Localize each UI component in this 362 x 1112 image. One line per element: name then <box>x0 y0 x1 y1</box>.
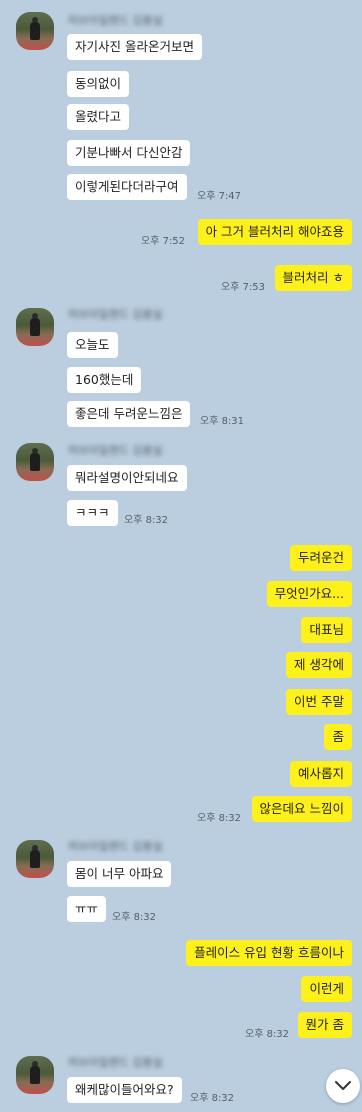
outgoing-message[interactable]: 아 그거 블러처리 해야죠용 <box>197 219 352 245</box>
avatar-figure-body <box>30 1066 40 1084</box>
avatar-figure-body <box>30 850 40 868</box>
message-timestamp: 오후 7:47 <box>197 191 242 202</box>
message-timestamp: 오후 8:32 <box>190 1093 235 1104</box>
sender-avatar[interactable] <box>16 1056 54 1094</box>
incoming-message[interactable]: ㅋㅋㅋ <box>67 500 118 526</box>
incoming-message[interactable]: 이렇게된다더라구여 <box>67 174 187 200</box>
incoming-message[interactable]: 몸이 너무 아파요 <box>67 861 172 887</box>
outgoing-message[interactable]: 두려운건 <box>289 545 352 571</box>
outgoing-message[interactable]: 대표님 <box>301 617 352 643</box>
message-timestamp: 오후 8:31 <box>200 416 245 427</box>
scroll-to-bottom-button[interactable] <box>326 1069 360 1103</box>
outgoing-message[interactable]: 예사롭지 <box>289 761 352 787</box>
sender-name: 허브아일랜드 김봉실 <box>68 840 163 853</box>
message-timestamp: 오후 8:32 <box>245 1029 290 1040</box>
message-timestamp: 오후 8:32 <box>124 515 169 526</box>
incoming-message[interactable]: 뭐라설명이안되네요 <box>67 465 187 491</box>
outgoing-message[interactable]: 블러처리 ㅎ <box>274 265 352 291</box>
message-timestamp: 오후 8:32 <box>197 813 242 824</box>
outgoing-message[interactable]: 않은데요 느낌이 <box>251 796 352 822</box>
outgoing-message[interactable]: 이런게 <box>301 976 352 1002</box>
outgoing-message[interactable]: 뭔가 좀 <box>297 1012 352 1038</box>
sender-name: 허브아일랜드 김봉실 <box>68 1056 163 1069</box>
outgoing-message[interactable]: 무엇인가요... <box>266 581 352 607</box>
incoming-message[interactable]: 160했는데 <box>67 367 142 393</box>
message-timestamp: 오후 7:53 <box>221 282 266 293</box>
chevron-down-icon <box>335 1081 351 1090</box>
message-timestamp: 오후 8:32 <box>112 912 157 923</box>
avatar-figure-body <box>30 453 40 471</box>
incoming-message[interactable]: 올렸다고 <box>67 104 130 130</box>
message-timestamp: 오후 7:52 <box>141 236 186 247</box>
incoming-message[interactable]: ㅠㅠ <box>67 896 107 922</box>
outgoing-message[interactable]: 이번 주말 <box>286 689 352 715</box>
outgoing-message[interactable]: 제 생각에 <box>286 652 352 678</box>
incoming-message[interactable]: 동의없이 <box>67 71 130 97</box>
outgoing-message[interactable]: 플레이스 유입 현황 흐름이나 <box>186 940 352 966</box>
sender-avatar[interactable] <box>16 308 54 346</box>
outgoing-message[interactable]: 좀 <box>324 724 352 750</box>
incoming-message[interactable]: 기분나빠서 다신안감 <box>67 140 191 166</box>
avatar-figure-body <box>30 22 40 40</box>
sender-name: 허브아일랜드 김봉실 <box>68 14 163 27</box>
chat-log[interactable]: 허브아일랜드 김봉실 자기사진 올라온거보면 동의없이 올렸다고 기분나빠서 다… <box>0 0 362 1112</box>
avatar-figure-body <box>30 318 40 336</box>
incoming-message[interactable]: 왜케많이들어와요? <box>67 1077 182 1103</box>
incoming-message[interactable]: 오늘도 <box>67 332 118 358</box>
sender-avatar[interactable] <box>16 443 54 481</box>
sender-name: 허브아일랜드 김봉실 <box>68 308 163 321</box>
incoming-message[interactable]: 좋은데 두려운느낌은 <box>67 401 191 427</box>
incoming-message[interactable]: 자기사진 올라온거보면 <box>67 34 202 60</box>
sender-name: 허브아일랜드 김봉실 <box>68 444 163 457</box>
sender-avatar[interactable] <box>16 12 54 50</box>
sender-avatar[interactable] <box>16 840 54 878</box>
